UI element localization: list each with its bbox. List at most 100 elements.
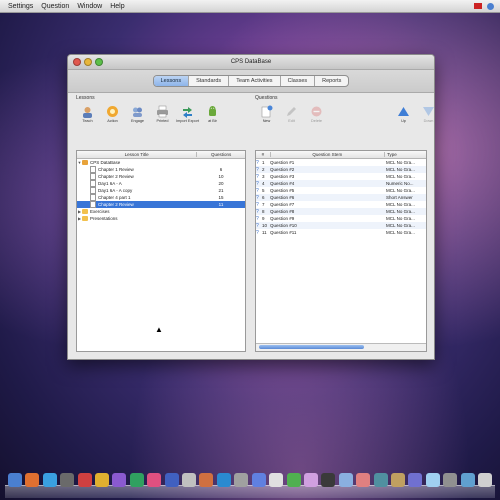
horizontal-scrollbar[interactable] bbox=[256, 343, 426, 351]
action-button[interactable]: Action bbox=[101, 105, 124, 123]
lesson-title: Chapter 2 Review bbox=[98, 174, 134, 179]
dock-app-icon[interactable] bbox=[234, 473, 249, 487]
dock-app-icon[interactable] bbox=[25, 473, 40, 487]
question-num-header[interactable]: # bbox=[256, 152, 270, 157]
question-row[interactable]: ? 10 Question #10 MCL No Gra... bbox=[256, 222, 426, 229]
menu-settings[interactable]: Settings bbox=[8, 3, 33, 10]
dock-app-icon[interactable] bbox=[477, 473, 492, 487]
dock-app-icon[interactable] bbox=[129, 473, 144, 487]
dock-app-icon[interactable] bbox=[356, 473, 371, 487]
dock-app-icon[interactable] bbox=[95, 473, 110, 487]
dock-app-icon[interactable] bbox=[425, 473, 440, 487]
dock-app-icon[interactable] bbox=[216, 473, 231, 487]
dock-app-icon[interactable] bbox=[77, 473, 92, 487]
move-down-button[interactable]: Down bbox=[417, 105, 434, 123]
dock-app-icon[interactable] bbox=[460, 473, 475, 487]
dock-app-icon[interactable] bbox=[8, 473, 22, 487]
dock-app-icon[interactable] bbox=[269, 473, 284, 487]
lesson-row[interactable]: Chapter 2 Review 11 bbox=[77, 201, 245, 208]
edit-question-button[interactable]: Edit bbox=[280, 105, 303, 123]
question-row[interactable]: ? 5 Question #5 MCL No Gra... bbox=[256, 187, 426, 194]
question-stem: Question #9 bbox=[270, 216, 295, 221]
question-type: Short Answer bbox=[386, 195, 413, 200]
tab-lessons[interactable]: Lessons bbox=[153, 76, 190, 86]
menu-help[interactable]: Help bbox=[110, 3, 124, 10]
question-row[interactable]: ? 3 Question #3 MCL No Gra... bbox=[256, 173, 426, 180]
lesson-row[interactable]: Day1 6A - A 20 bbox=[77, 180, 245, 187]
print-button[interactable]: Printed bbox=[151, 105, 174, 123]
dock-app-icon[interactable] bbox=[338, 473, 353, 487]
question-number: 5 bbox=[262, 188, 265, 193]
mouse-cursor: ▲ bbox=[155, 325, 163, 334]
segmented-tabs: Lessons Standards Team Activities Classe… bbox=[152, 75, 350, 87]
lesson-row[interactable]: Day1 6A - A copy 21 bbox=[77, 187, 245, 194]
question-row[interactable]: ? 7 Question #7 MCL No Gra... bbox=[256, 201, 426, 208]
question-row[interactable]: ? 4 Question #4 Numeric No... bbox=[256, 180, 426, 187]
question-type: MCL No Gra... bbox=[386, 223, 415, 228]
question-stem: Question #3 bbox=[270, 174, 295, 179]
new-question-button[interactable]: New bbox=[255, 105, 278, 123]
dock-app-icon[interactable] bbox=[390, 473, 405, 487]
question-row[interactable]: ? 2 Question #2 MCL No Gra... bbox=[256, 166, 426, 173]
dock-app-icon[interactable] bbox=[42, 473, 57, 487]
dock-app-icon[interactable] bbox=[286, 473, 301, 487]
question-row[interactable]: ? 8 Question #8 MCL No Gra... bbox=[256, 208, 426, 215]
question-row[interactable]: ? 6 Question #6 Short Answer bbox=[256, 194, 426, 201]
engage-button[interactable]: Engage bbox=[126, 105, 149, 123]
lesson-question-count: 20 bbox=[218, 181, 224, 186]
question-row[interactable]: ? 1 Question #1 MCL No Gra... bbox=[256, 159, 426, 166]
dock-app-icon[interactable] bbox=[199, 473, 214, 487]
lesson-question-count: 6 bbox=[219, 167, 223, 172]
document-icon bbox=[90, 194, 96, 201]
question-type: MCL No Gra... bbox=[386, 188, 415, 193]
question-row[interactable]: ? 11 Question #11 MCL No Gra... bbox=[256, 229, 426, 236]
lesson-questions-header[interactable]: Questions bbox=[196, 152, 245, 157]
dock-app-icon[interactable] bbox=[60, 473, 75, 487]
dock-icons bbox=[8, 473, 492, 487]
dock-app-icon[interactable] bbox=[251, 473, 266, 487]
dock-app-icon[interactable] bbox=[182, 473, 197, 487]
lesson-title-header[interactable]: Lesson Title bbox=[77, 152, 196, 157]
menu-window[interactable]: Window bbox=[77, 3, 102, 10]
lesson-row[interactable]: ▼ CPS DataBase bbox=[77, 159, 245, 166]
scrollbar-thumb[interactable] bbox=[259, 345, 364, 349]
dock-app-icon[interactable] bbox=[443, 473, 458, 487]
folder-icon bbox=[82, 216, 88, 221]
dock-app-icon[interactable] bbox=[147, 473, 162, 487]
question-number: 8 bbox=[262, 209, 265, 214]
lesson-row[interactable]: ▶ Exercises bbox=[77, 208, 245, 215]
question-stem: Question #4 bbox=[270, 181, 295, 186]
import-export-button[interactable]: Import Export bbox=[176, 105, 199, 123]
teach-button[interactable]: Teach bbox=[76, 105, 99, 123]
window-titlebar[interactable]: CPS DataBase bbox=[68, 55, 434, 70]
tab-classes[interactable]: Classes bbox=[281, 76, 316, 86]
lessons-tree[interactable]: Lesson Title Questions ▼ CPS DataBase Chap… bbox=[76, 150, 246, 352]
tab-team-activities[interactable]: Team Activities bbox=[229, 76, 281, 86]
move-up-button[interactable]: Up bbox=[392, 105, 415, 123]
dock-app-icon[interactable] bbox=[408, 473, 423, 487]
dock-app-icon[interactable] bbox=[373, 473, 388, 487]
dock-app-icon[interactable] bbox=[303, 473, 318, 487]
lesson-row[interactable]: Chapter 1 Review 6 bbox=[77, 166, 245, 173]
dock-app-icon[interactable] bbox=[321, 473, 336, 487]
tab-standards[interactable]: Standards bbox=[189, 76, 230, 86]
dock-app-icon[interactable] bbox=[112, 473, 127, 487]
lesson-row[interactable]: Chapter 2 Review 10 bbox=[77, 173, 245, 180]
tab-reports[interactable]: Reports bbox=[315, 76, 348, 86]
question-row[interactable]: ? 9 Question #9 MCL No Gra... bbox=[256, 215, 426, 222]
input-flag-icon[interactable] bbox=[474, 3, 482, 9]
question-stem: Question #2 bbox=[270, 167, 295, 172]
lesson-row[interactable]: ▶ Presentations bbox=[77, 215, 245, 222]
import-export-icon bbox=[181, 105, 194, 118]
dock-app-icon[interactable] bbox=[164, 473, 179, 487]
menu-question[interactable]: Question bbox=[41, 3, 69, 10]
questions-table[interactable]: # Question Stem Type ? 1 Question #1 MCL No… bbox=[255, 150, 427, 352]
question-type-header[interactable]: Type bbox=[383, 152, 426, 157]
lesson-row[interactable]: Chapter 4 part 1 15 bbox=[77, 194, 245, 201]
delete-question-button[interactable]: Delete bbox=[305, 105, 328, 123]
spotlight-icon[interactable] bbox=[487, 2, 494, 10]
question-number: 11 bbox=[262, 230, 267, 235]
android-button[interactable]: at Bir bbox=[201, 105, 224, 123]
question-stem-header[interactable]: Question Stem bbox=[269, 152, 384, 157]
